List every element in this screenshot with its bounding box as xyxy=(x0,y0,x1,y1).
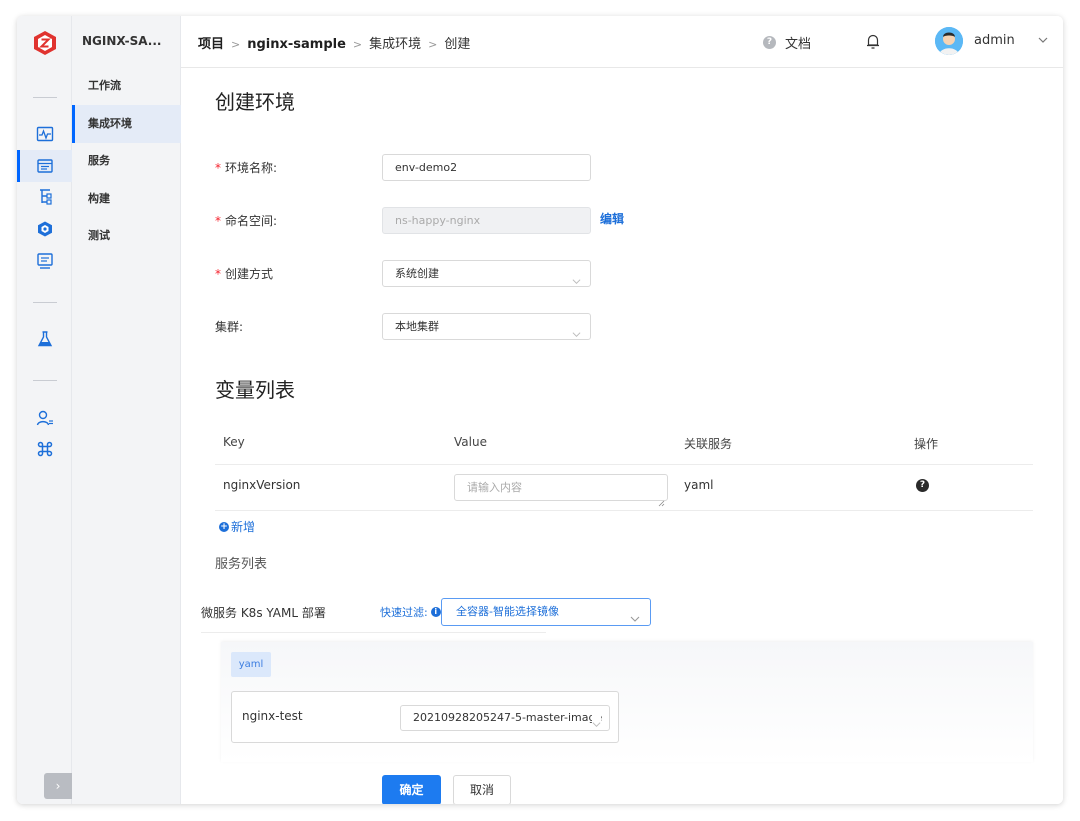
variable-key: nginxVersion xyxy=(223,478,301,492)
info-icon[interactable]: i xyxy=(430,607,441,617)
bell-icon[interactable] xyxy=(865,32,881,50)
subnav-item-workflow[interactable]: 工作流 xyxy=(72,67,181,105)
breadcrumb-project[interactable]: nginx-sample xyxy=(247,37,346,52)
cluster-value: 本地集群 xyxy=(395,320,439,333)
table-divider xyxy=(215,510,1033,511)
create-mode-label: * 创建方式 xyxy=(215,267,274,281)
subnav-item-test[interactable]: 测试 xyxy=(72,217,181,255)
column-header-service: 关联服务 xyxy=(684,437,733,451)
column-header-key: Key xyxy=(223,435,245,449)
service-name: nginx-test xyxy=(242,709,303,723)
docs-label: 文档 xyxy=(785,37,812,52)
user-list-icon[interactable] xyxy=(36,409,54,427)
breadcrumb-environment[interactable]: 集成环境 xyxy=(369,37,421,52)
variable-value-input[interactable]: 请输入内容 xyxy=(454,474,668,507)
required-mark: * xyxy=(215,267,221,281)
image-select[interactable]: 20210928205247-5-master-image xyxy=(400,705,610,731)
project-name[interactable]: NGINX-SA... xyxy=(82,34,161,48)
chevron-down-icon xyxy=(630,608,640,622)
subnav-item-build[interactable]: 构建 xyxy=(72,180,181,218)
section-divider xyxy=(201,632,546,633)
required-mark: * xyxy=(215,161,221,175)
column-header-value: Value xyxy=(454,435,487,449)
tree-icon[interactable] xyxy=(36,188,54,206)
page-title: 创建环境 xyxy=(215,90,295,114)
service-group-tag[interactable]: yaml xyxy=(231,652,271,677)
user-name[interactable]: admin xyxy=(974,33,1015,48)
main-content: 创建环境 * 环境名称: env-demo2 * 命名空间: ns-happy-ng… xyxy=(181,68,1063,804)
variable-service: yaml xyxy=(684,478,714,492)
service-card: nginx-test 20210928205247-5-master-image xyxy=(231,691,619,743)
subnav-item-services[interactable]: 服务 xyxy=(72,142,181,180)
rail-divider xyxy=(33,302,57,303)
namespace-input: ns-happy-nginx xyxy=(382,207,591,234)
icon-rail: › xyxy=(17,16,72,804)
breadcrumb: 项目 > nginx-sample > 集成环境 > 创建 xyxy=(198,33,470,52)
edit-namespace-link[interactable]: 编辑 xyxy=(600,210,624,227)
help-icon[interactable]: ? xyxy=(916,479,929,492)
required-mark: * xyxy=(215,214,221,228)
create-mode-value: 系统创建 xyxy=(395,267,439,280)
rail-divider xyxy=(33,97,57,98)
cancel-button[interactable]: 取消 xyxy=(453,775,511,804)
resize-handle-icon[interactable] xyxy=(658,491,665,507)
breadcrumb-separator: > xyxy=(428,38,438,51)
deploy-type-label: 微服务 K8s YAML 部署 xyxy=(201,606,326,620)
environment-icon[interactable] xyxy=(36,157,54,175)
rail-active-indicator xyxy=(17,150,20,182)
docs-link[interactable]: ? 文档 xyxy=(763,33,811,52)
env-name-label: * 环境名称: xyxy=(215,161,278,175)
variables-title: 变量列表 xyxy=(215,378,295,402)
column-header-actions: 操作 xyxy=(914,437,939,451)
top-header: 项目 > nginx-sample > 集成环境 > 创建 ? 文档 admin xyxy=(181,16,1063,68)
app-window: › NGINX-SA... 工作流 集成环境 服务 构建 测试 项目 > nginx… xyxy=(17,16,1063,804)
namespace-label: * 命名空间: xyxy=(215,214,278,228)
breadcrumb-separator: > xyxy=(352,38,363,51)
chevron-down-icon[interactable] xyxy=(1037,34,1049,46)
rail-divider xyxy=(33,380,57,381)
table-divider xyxy=(215,464,1033,465)
chevron-down-icon xyxy=(572,270,581,285)
chevron-down-icon xyxy=(572,323,581,338)
add-variable-button[interactable]: + 新增 xyxy=(219,518,255,535)
breadcrumb-projects[interactable]: 项目 xyxy=(198,37,224,52)
collapse-sidebar-button[interactable]: › xyxy=(44,773,72,799)
cluster-select[interactable]: 本地集群 xyxy=(382,313,591,340)
flask-icon[interactable] xyxy=(36,330,54,348)
variable-value-placeholder: 请输入内容 xyxy=(467,481,522,494)
quick-filter-select[interactable]: 全容器-智能选择镜像 xyxy=(441,598,651,626)
chevron-down-icon xyxy=(592,714,601,728)
services-title: 服务列表 xyxy=(215,557,268,572)
monitor-icon[interactable] xyxy=(36,252,54,270)
quick-filter-label: 快速过滤: i xyxy=(380,604,441,620)
add-variable-label: 新增 xyxy=(231,520,256,534)
pulse-icon[interactable] xyxy=(36,125,54,143)
project-subnav: NGINX-SA... 工作流 集成环境 服务 构建 测试 xyxy=(72,16,181,804)
env-name-input[interactable]: env-demo2 xyxy=(382,154,591,181)
quick-filter-value: 全容器-智能选择镜像 xyxy=(456,605,559,618)
command-icon[interactable] xyxy=(36,440,54,458)
logo-icon[interactable] xyxy=(33,30,57,56)
cube-icon[interactable] xyxy=(36,220,54,238)
avatar[interactable] xyxy=(935,27,963,55)
help-icon: ? xyxy=(763,36,776,49)
create-mode-select[interactable]: 系统创建 xyxy=(382,260,591,287)
cluster-label: 集群: xyxy=(215,320,244,334)
subnav-item-environment[interactable]: 集成环境 xyxy=(72,105,181,143)
confirm-button[interactable]: 确定 xyxy=(382,775,441,804)
image-value: 20210928205247-5-master-image xyxy=(413,711,603,724)
breadcrumb-current: 创建 xyxy=(444,37,471,52)
breadcrumb-separator: > xyxy=(231,38,241,51)
plus-circle-icon: + xyxy=(219,521,229,532)
